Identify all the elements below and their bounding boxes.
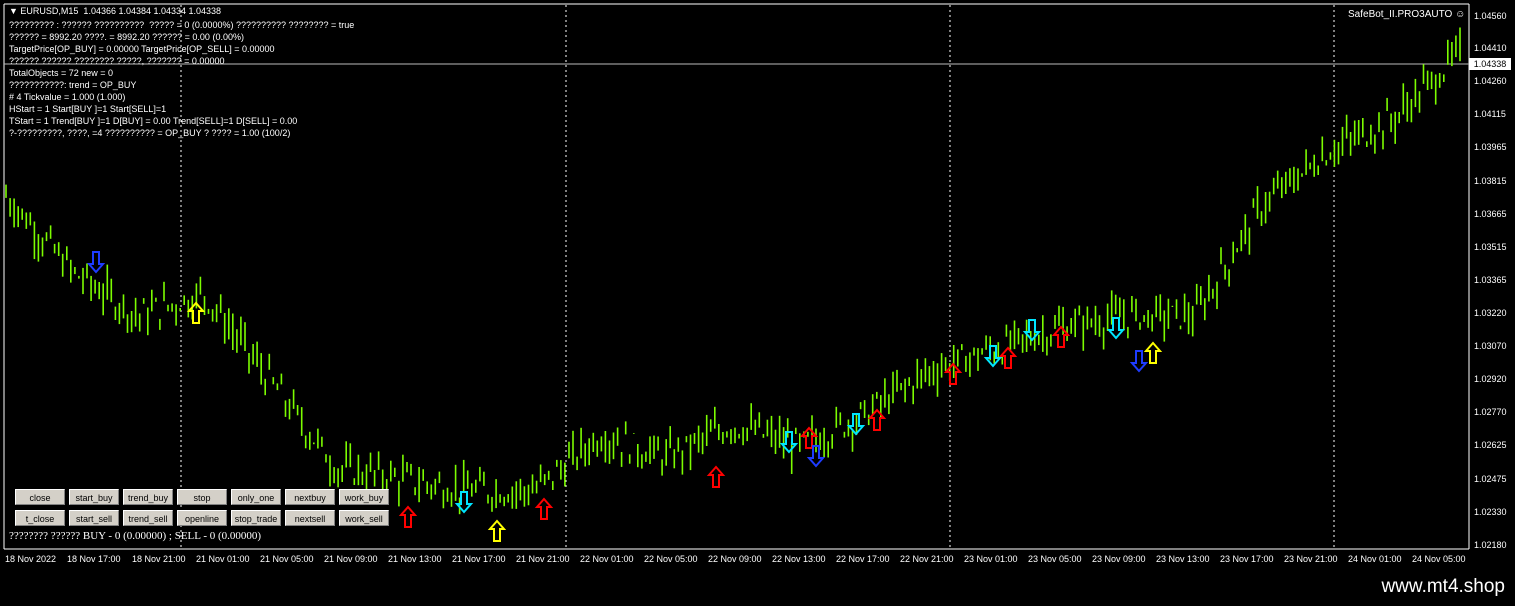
info-line: ?-?????????, ????, =4 ?????????? = OP_BU… <box>9 128 291 138</box>
sell-signal-arrow-icon <box>86 251 106 274</box>
info-line: # 4 Tickvalue = 1.000 (1.000) <box>9 92 126 102</box>
buy-signal-arrow-icon <box>1051 325 1071 348</box>
time-tick: 22 Nov 01:00 <box>580 554 634 564</box>
stop-trade-button[interactable]: stop_trade <box>231 510 281 526</box>
time-tick: 18 Nov 21:00 <box>132 554 186 564</box>
price-tick: 1.02625 <box>1474 440 1507 450</box>
time-tick: 23 Nov 01:00 <box>964 554 1018 564</box>
info-line: ???????????: trend = OP_BUY <box>9 80 137 90</box>
info-line: TargetPrice[OP_BUY] = 0.00000 TargetPric… <box>9 44 275 54</box>
only-one-button[interactable]: only_one <box>231 489 281 505</box>
info-line: ????????? : ?????? ?????????? ????? = 0 … <box>9 20 355 30</box>
close-button[interactable]: close <box>15 489 65 505</box>
nextbuy-button[interactable]: nextbuy <box>285 489 335 505</box>
buy-signal-arrow-icon <box>1143 341 1163 364</box>
time-tick: 23 Nov 09:00 <box>1092 554 1146 564</box>
price-tick: 1.03815 <box>1474 176 1507 186</box>
price-tick: 1.02475 <box>1474 474 1507 484</box>
price-tick: 1.03665 <box>1474 209 1507 219</box>
price-tick: 1.04115 <box>1474 109 1506 119</box>
trend-buy-button[interactable]: trend_buy <box>123 489 173 505</box>
day-separators <box>180 5 1335 548</box>
info-line: HStart = 1 Start[BUY ]=1 Start[SELL]=1 <box>9 104 167 114</box>
info-line: ?????? = 8992.20 ????. = 8992.20 ?????? … <box>9 32 244 42</box>
price-tick: 1.02180 <box>1474 540 1507 550</box>
time-tick: 22 Nov 17:00 <box>836 554 890 564</box>
time-tick: 18 Nov 17:00 <box>67 554 121 564</box>
time-tick: 22 Nov 09:00 <box>708 554 762 564</box>
expert-advisor-label: SafeBot_II.PRO3AUTO ☺ <box>1348 9 1465 20</box>
buy-signal-arrow-icon <box>706 465 726 488</box>
time-tick: 21 Nov 01:00 <box>196 554 250 564</box>
openline-button[interactable]: openline <box>177 510 227 526</box>
info-line: ?????? ?????? ???????? ?????, ??????? = … <box>9 56 225 66</box>
info-line: TStart = 1 Trend[BUY ]=1 D[BUY] = 0.00 T… <box>9 116 298 126</box>
price-tick: 1.03070 <box>1474 341 1507 351</box>
smiley-icon[interactable]: ☺ <box>1455 9 1465 20</box>
time-tick: 24 Nov 05:00 <box>1412 554 1466 564</box>
sell-signal-arrow-icon <box>1129 350 1149 373</box>
info-line: TotalObjects = 72 new = 0 <box>9 68 114 78</box>
time-tick: 22 Nov 05:00 <box>644 554 698 564</box>
buy-signal-arrow-icon <box>487 519 507 542</box>
buy-signal-arrow-icon <box>534 497 554 520</box>
symbol-title: ▼ EURUSD,M15 1.04366 1.04384 1.04334 1.0… <box>9 6 222 16</box>
work-buy-button[interactable]: work_buy <box>339 489 389 505</box>
time-tick: 23 Nov 13:00 <box>1156 554 1210 564</box>
price-tick: 1.02770 <box>1474 407 1507 417</box>
price-tick: 1.02330 <box>1474 507 1507 517</box>
symbol-title-text: EURUSD,M15 1.04366 1.04384 1.04334 1.043… <box>20 6 222 16</box>
expert-advisor-name: SafeBot_II.PRO3AUTO <box>1348 9 1453 20</box>
price-tick: 1.04410 <box>1474 43 1507 53</box>
price-tick: 1.04560 <box>1474 11 1507 21</box>
start-buy-button[interactable]: start_buy <box>69 489 119 505</box>
price-tick: 1.04260 <box>1474 76 1507 86</box>
chart-window[interactable]: ▼ EURUSD,M15 1.04366 1.04384 1.04334 1.0… <box>0 0 1515 570</box>
time-tick: 18 Nov 2022 <box>5 554 57 564</box>
time-tick: 23 Nov 17:00 <box>1220 554 1274 564</box>
price-tick: 1.03365 <box>1474 275 1507 285</box>
current-price-label: 1.04338 <box>1469 58 1511 70</box>
time-tick: 21 Nov 13:00 <box>388 554 442 564</box>
time-tick: 21 Nov 17:00 <box>452 554 506 564</box>
start-sell-button[interactable]: start_sell <box>69 510 119 526</box>
time-tick: 24 Nov 01:00 <box>1348 554 1402 564</box>
orders-status-line: ???????? ?????? BUY - 0 (0.00000) ; SELL… <box>9 530 262 542</box>
nextsell-button[interactable]: nextsell <box>285 510 335 526</box>
candles <box>5 27 1461 515</box>
stop-button[interactable]: stop <box>177 489 227 505</box>
footer-bar <box>0 570 1515 606</box>
price-tick: 1.03515 <box>1474 242 1507 252</box>
price-tick: 1.03965 <box>1474 142 1507 152</box>
t-close-button[interactable]: t_close <box>15 510 65 526</box>
price-tick: 1.02920 <box>1474 374 1507 384</box>
site-watermark: www.mt4.shop <box>1381 576 1505 597</box>
price-tick: 1.03220 <box>1474 308 1507 318</box>
work-sell-button[interactable]: work_sell <box>339 510 389 526</box>
time-tick: 21 Nov 05:00 <box>260 554 314 564</box>
trend-sell-button[interactable]: trend_sell <box>123 510 173 526</box>
price-chart[interactable] <box>0 0 1515 570</box>
buy-signal-arrow-icon <box>398 505 418 528</box>
time-tick: 23 Nov 05:00 <box>1028 554 1082 564</box>
time-tick: 23 Nov 21:00 <box>1284 554 1338 564</box>
time-tick: 21 Nov 09:00 <box>324 554 378 564</box>
time-tick: 22 Nov 13:00 <box>772 554 826 564</box>
time-tick: 22 Nov 21:00 <box>900 554 954 564</box>
time-tick: 21 Nov 21:00 <box>516 554 570 564</box>
